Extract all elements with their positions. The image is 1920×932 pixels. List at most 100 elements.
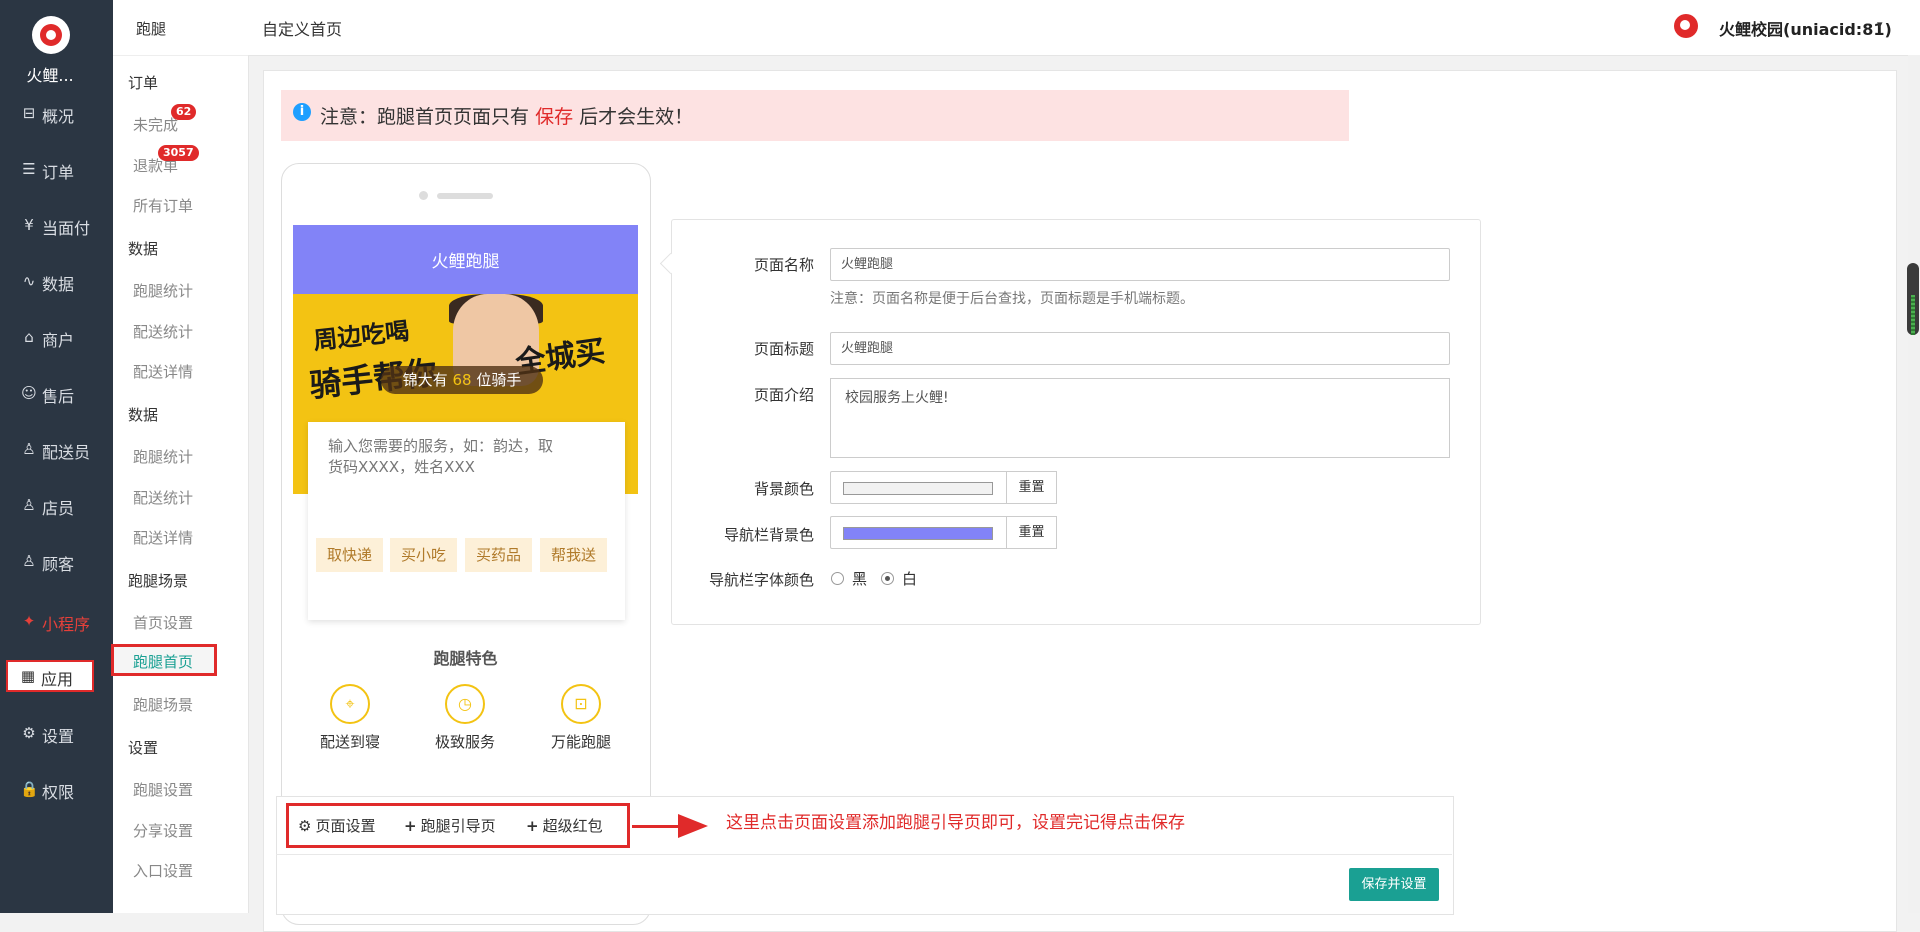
clock-icon: ◷ bbox=[445, 684, 485, 724]
sub-sidebar: 跑腿 订单 未完成 62 退款单 3057 所有订单 数据 跑腿统计 配送统计 … bbox=[113, 0, 249, 913]
camera-dot bbox=[419, 191, 428, 200]
rider-suffix: 位骑手 bbox=[476, 371, 522, 389]
nav-data[interactable]: ∿ 数据 bbox=[0, 261, 113, 301]
support-icon: ☺ bbox=[21, 384, 37, 402]
intro-textarea[interactable]: 校园服务上火鲤! bbox=[830, 378, 1450, 458]
save-and-set-button[interactable]: 保存并设置 bbox=[1349, 868, 1439, 901]
nav-overview[interactable]: ⊟ 概况 bbox=[0, 93, 113, 133]
link-delivery-detail-2[interactable]: 配送详情 bbox=[133, 527, 193, 548]
feature-label: 极致服务 bbox=[434, 733, 495, 751]
nav-label: 当面付 bbox=[42, 219, 91, 238]
bg-color-picker[interactable] bbox=[830, 471, 1007, 504]
page-name-help: 注意：页面名称是便于后台查找，页面标题是手机端标题。 bbox=[830, 291, 1194, 307]
user-icon: ♙ bbox=[22, 440, 36, 458]
guide-page-label: 跑腿引导页 bbox=[420, 817, 496, 835]
link-errand-settings[interactable]: 跑腿设置 bbox=[133, 779, 193, 800]
nav-couriers[interactable]: ♙ 配送员 bbox=[0, 429, 113, 469]
nav-permissions[interactable]: 🔒 权限 bbox=[0, 769, 113, 809]
order-list-icon: ☰ bbox=[22, 160, 36, 178]
brand-logo[interactable] bbox=[32, 16, 70, 54]
rider-prefix: 锦大有 bbox=[402, 371, 448, 389]
nav-label: 商户 bbox=[42, 331, 75, 350]
link-home-settings[interactable]: 首页设置 bbox=[133, 612, 193, 633]
section-scene: 跑腿场景 bbox=[128, 572, 189, 590]
link-errand-scene[interactable]: 跑腿场景 bbox=[133, 694, 193, 715]
bag-icon: ⊡ bbox=[561, 684, 601, 724]
radio-black-label: 黑 bbox=[852, 570, 868, 588]
nav-bg-color-picker[interactable] bbox=[830, 516, 1007, 549]
nav-bg-reset-button[interactable]: 重置 bbox=[1006, 516, 1057, 549]
service-button[interactable]: 取快递 bbox=[316, 538, 384, 572]
service-button[interactable]: 买小吃 bbox=[390, 538, 458, 572]
link-share-settings[interactable]: 分享设置 bbox=[133, 820, 193, 841]
link-errand-stats-2[interactable]: 跑腿统计 bbox=[133, 446, 193, 467]
user-avatar[interactable] bbox=[1674, 14, 1698, 38]
guide-page-button[interactable]: + 跑腿引导页 bbox=[404, 815, 496, 836]
nav-label: 权限 bbox=[42, 783, 75, 802]
nav-clerks[interactable]: ♙ 店员 bbox=[0, 485, 113, 525]
service-button[interactable]: 帮我送 bbox=[540, 538, 608, 572]
bg-color-reset-button[interactable]: 重置 bbox=[1006, 471, 1057, 504]
link-unfinished[interactable]: 未完成 bbox=[133, 114, 178, 135]
link-errand-stats[interactable]: 跑腿统计 bbox=[133, 280, 193, 301]
scrollbar-track[interactable] bbox=[1908, 55, 1920, 913]
nav-bg-color-swatch bbox=[843, 527, 993, 540]
yen-icon: ¥ bbox=[24, 216, 34, 234]
nav-bg-label: 导航栏背景色 bbox=[723, 526, 814, 544]
bg-color-label: 背景颜色 bbox=[753, 480, 814, 498]
plus-icon: + bbox=[526, 817, 539, 835]
nav-label: 店员 bbox=[42, 499, 75, 518]
link-entry-settings[interactable]: 入口设置 bbox=[133, 860, 193, 881]
section-data-2: 数据 bbox=[128, 406, 159, 424]
nav-orders[interactable]: ☰ 订单 bbox=[0, 149, 113, 189]
nav-font-label: 导航栏字体颜色 bbox=[708, 571, 814, 589]
link-all-orders[interactable]: 所有订单 bbox=[133, 195, 193, 216]
nav-settings[interactable]: ⚙ 设置 bbox=[0, 713, 113, 753]
radio-black[interactable] bbox=[831, 572, 844, 585]
nav-apps[interactable]: ▦ 应用 bbox=[6, 660, 94, 692]
nav-label: 数据 bbox=[42, 275, 75, 294]
page-name-input[interactable]: 火鲤跑腿 bbox=[830, 248, 1450, 281]
scrollbar-grip bbox=[1911, 295, 1915, 335]
sub-sidebar-title: 跑腿 bbox=[136, 20, 167, 38]
nav-face-pay[interactable]: ¥ 当面付 bbox=[0, 205, 113, 245]
page-title-label: 页面标题 bbox=[753, 340, 814, 358]
feature-label: 万能跑腿 bbox=[550, 733, 611, 751]
nav-label: 配送员 bbox=[42, 443, 91, 462]
nav-customers[interactable]: ♙ 顾客 bbox=[0, 541, 113, 581]
customer-icon: ♙ bbox=[22, 552, 36, 570]
active-link-highlight[interactable]: 跑腿首页 bbox=[111, 644, 217, 676]
miniprogram-icon: ✦ bbox=[22, 612, 36, 630]
red-packet-button[interactable]: + 超级红包 bbox=[526, 815, 603, 836]
service-input-placeholder[interactable]: 输入您需要的服务，如：韵达，取货码XXXX，姓名XXX bbox=[328, 436, 558, 478]
gear-icon: ⚙ bbox=[22, 724, 36, 742]
link-delivery-stats-2[interactable]: 配送统计 bbox=[133, 487, 193, 508]
nav-label: 设置 bbox=[42, 727, 75, 746]
link-delivery-stats[interactable]: 配送统计 bbox=[133, 321, 193, 342]
apps-icon: ▦ bbox=[20, 667, 36, 685]
chevron-down-icon[interactable]: ▾ bbox=[1877, 18, 1883, 31]
rider-count: 68 bbox=[452, 371, 472, 389]
info-icon: i bbox=[293, 103, 311, 121]
notice-prefix: 注意：跑腿首页页面只有 bbox=[320, 106, 530, 128]
bg-color-swatch bbox=[843, 482, 993, 495]
radio-white[interactable] bbox=[881, 572, 894, 585]
link-delivery-detail[interactable]: 配送详情 bbox=[133, 361, 193, 382]
clerk-icon: ♙ bbox=[22, 496, 36, 514]
radio-white-label: 白 bbox=[902, 570, 918, 588]
feature-label: 配送到寝 bbox=[319, 733, 380, 751]
notice-text: 注意：跑腿首页页面只有 保存 后才会生效！ bbox=[320, 102, 693, 129]
page-title-input[interactable]: 火鲤跑腿 bbox=[830, 332, 1450, 365]
nav-after-sales[interactable]: ☺ 售后 bbox=[0, 373, 113, 413]
link-errand-home[interactable]: 跑腿首页 bbox=[133, 651, 193, 672]
sub-sidebar-header: 跑腿 bbox=[113, 0, 248, 56]
account-name[interactable]: 火鲤校园(uniacid:81) bbox=[1719, 16, 1892, 40]
page-title: 自定义首页 bbox=[262, 20, 343, 39]
nav-miniprogram[interactable]: ✦ 小程序 bbox=[0, 601, 113, 641]
logo-mark bbox=[40, 24, 62, 46]
service-button[interactable]: 买药品 bbox=[465, 538, 533, 572]
lock-icon: 🔒 bbox=[20, 780, 39, 798]
section-data-1: 数据 bbox=[128, 240, 159, 258]
nav-merchants[interactable]: ⌂ 商户 bbox=[0, 317, 113, 357]
page-settings-button[interactable]: ⚙ 页面设置 bbox=[298, 815, 375, 836]
